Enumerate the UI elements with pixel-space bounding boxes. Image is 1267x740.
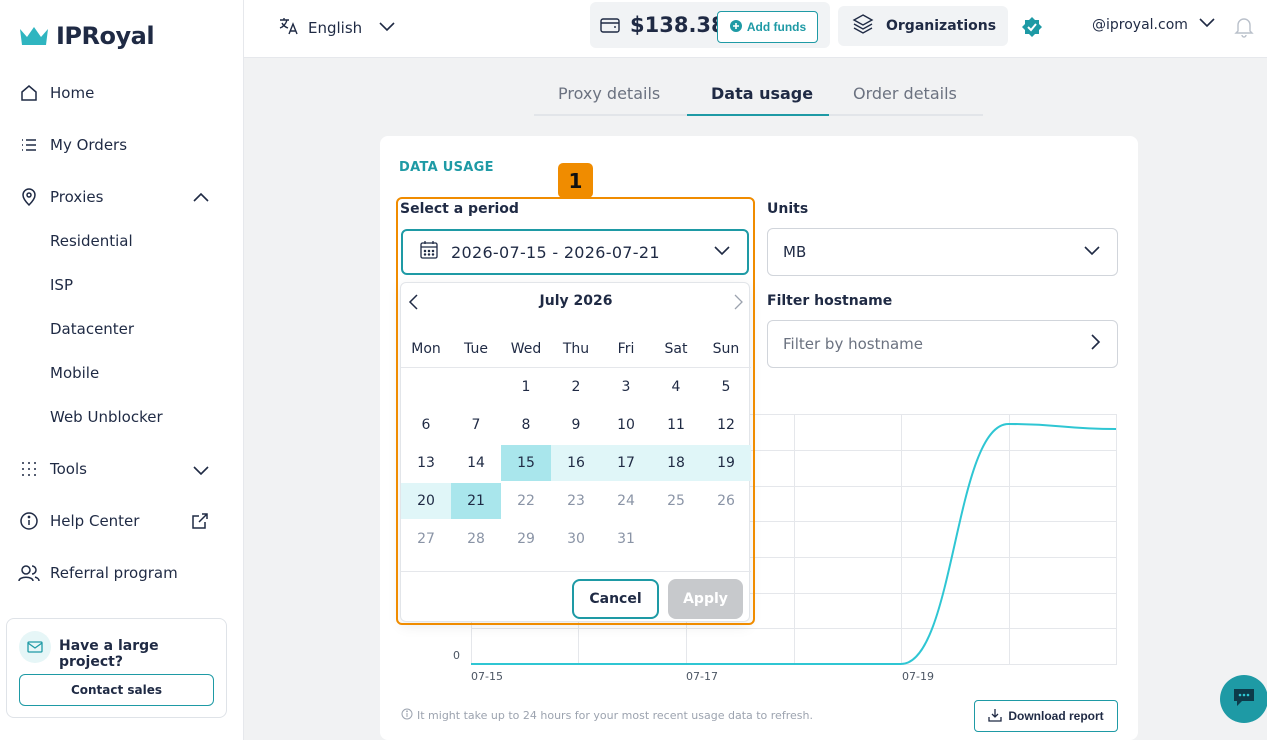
date-range-picker: July 2026 Mon Tue Wed Thu Fri Sat Sun 12… xyxy=(400,282,751,622)
calendar-day[interactable]: 18 xyxy=(651,445,701,481)
calendar-day[interactable]: 11 xyxy=(651,407,701,443)
weekday-header: Thu xyxy=(562,341,590,357)
calendar-day: 29 xyxy=(517,531,535,547)
weekday-header: Sat xyxy=(664,341,688,357)
calendar-day: 27 xyxy=(417,531,435,547)
weekday-header: Wed xyxy=(510,341,542,357)
cancel-button[interactable]: Cancel xyxy=(572,579,659,619)
calendar-day[interactable]: 13 xyxy=(401,445,451,481)
calendar-day[interactable]: 1 xyxy=(501,369,551,405)
info-icon xyxy=(401,708,413,723)
calendar-empty-cell xyxy=(401,369,451,405)
calendar-day[interactable]: 14 xyxy=(451,445,501,481)
calendar-day[interactable]: 17 xyxy=(601,445,651,481)
calendar-day[interactable]: 5 xyxy=(701,369,751,405)
divider xyxy=(401,367,751,368)
refresh-footnote: It might take up to 24 hours for your mo… xyxy=(401,708,813,723)
calendar-day[interactable]: 15 xyxy=(501,445,551,481)
calendar-day[interactable]: 4 xyxy=(651,369,701,405)
calendar-day: 22 xyxy=(517,493,535,509)
y-tick-label: 0 xyxy=(453,649,460,662)
calendar-day[interactable]: 3 xyxy=(601,369,651,405)
chat-widget-button[interactable] xyxy=(1220,675,1267,723)
divider xyxy=(401,571,751,572)
calendar-day[interactable]: 20 xyxy=(401,483,451,519)
calendar-day[interactable]: 9 xyxy=(551,407,601,443)
footnote-text: It might take up to 24 hours for your mo… xyxy=(417,709,813,722)
calendar-day: 23 xyxy=(567,493,585,509)
weekday-header: Mon xyxy=(411,341,441,357)
calendar-day: 28 xyxy=(467,531,485,547)
calendar-day[interactable]: 19 xyxy=(701,445,751,481)
calendar-day: 31 xyxy=(617,531,635,547)
calendar-day: 30 xyxy=(567,531,585,547)
calendar-month-label: July 2026 xyxy=(539,293,613,309)
chat-bubble-icon xyxy=(1232,686,1256,712)
calendar-day[interactable]: 10 xyxy=(601,407,651,443)
calendar-day[interactable]: 7 xyxy=(451,407,501,443)
weekday-header: Sun xyxy=(712,341,740,357)
download-icon xyxy=(988,708,1002,725)
calendar-day[interactable]: 2 xyxy=(551,369,601,405)
calendar-empty-cell xyxy=(651,521,701,557)
x-tick-label: 07-17 xyxy=(686,670,718,683)
calendar-empty-cell xyxy=(701,521,751,557)
calendar-day[interactable]: 16 xyxy=(551,445,601,481)
x-tick-label: 07-19 xyxy=(902,670,934,683)
calendar-day[interactable]: 8 xyxy=(501,407,551,443)
calendar-day[interactable]: 6 xyxy=(401,407,451,443)
download-report-button[interactable]: Download report xyxy=(974,700,1118,732)
apply-button[interactable]: Apply xyxy=(668,579,743,619)
calendar-empty-cell xyxy=(451,369,501,405)
x-tick-label: 07-15 xyxy=(471,670,503,683)
calendar-day: 25 xyxy=(667,493,685,509)
annotation-marker: 1 xyxy=(558,163,593,198)
calendar-day[interactable]: 21 xyxy=(451,483,501,519)
calendar-day[interactable]: 12 xyxy=(701,407,751,443)
chevron-right-icon[interactable] xyxy=(733,293,745,315)
download-label: Download report xyxy=(1008,709,1104,723)
calendar-day: 26 xyxy=(717,493,735,509)
weekday-header: Fri xyxy=(617,341,635,357)
calendar-day: 24 xyxy=(617,493,635,509)
weekday-header: Tue xyxy=(464,341,488,357)
